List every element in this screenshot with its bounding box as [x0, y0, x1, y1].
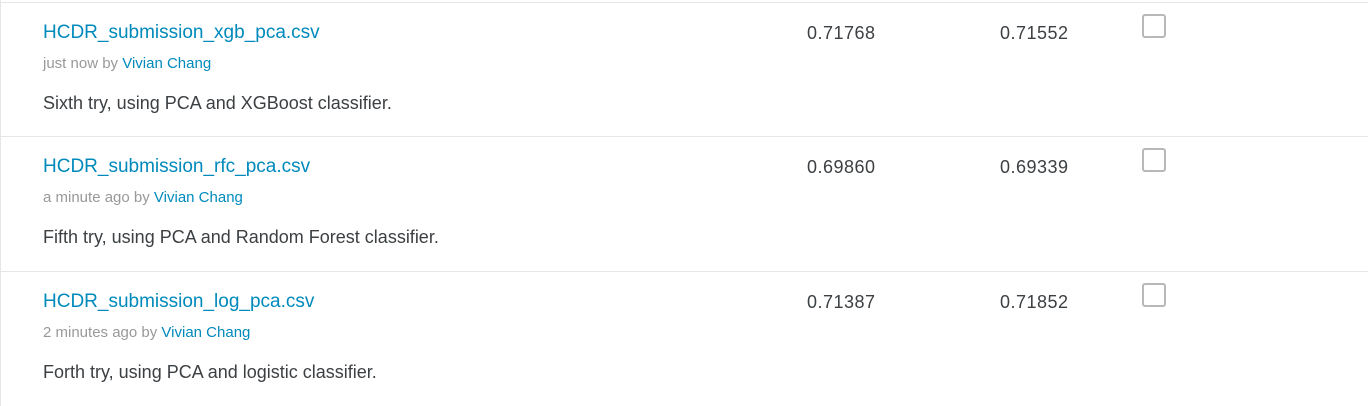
submission-meta: just now by Vivian Chang — [43, 55, 211, 72]
submission-meta: 2 minutes ago by Vivian Chang — [43, 324, 250, 341]
submission-row: HCDR_submission_rfc_pca.csv a minute ago… — [1, 136, 1368, 270]
submission-description: Forth try, using PCA and logistic classi… — [43, 362, 377, 382]
submission-description: Fifth try, using PCA and Random Forest c… — [43, 227, 439, 247]
submission-author-link[interactable]: Vivian Chang — [122, 55, 211, 72]
private-score: 0.71387 — [807, 292, 876, 312]
use-for-final-score-checkbox[interactable] — [1142, 283, 1166, 307]
submission-row: HCDR_submission_xgb_pca.csv just now by … — [1, 2, 1368, 136]
private-score: 0.71768 — [807, 23, 876, 43]
use-for-final-score-checkbox[interactable] — [1142, 14, 1166, 38]
submission-filename-link[interactable]: HCDR_submission_xgb_pca.csv — [43, 22, 320, 44]
public-score: 0.71552 — [1000, 23, 1069, 43]
private-score: 0.69860 — [807, 157, 876, 177]
submission-description: Sixth try, using PCA and XGBoost classif… — [43, 93, 392, 113]
submission-author-link[interactable]: Vivian Chang — [161, 324, 250, 341]
submission-time: 2 minutes ago by — [43, 324, 158, 341]
submission-time: just now by — [43, 55, 119, 72]
use-for-final-score-checkbox[interactable] — [1142, 148, 1166, 172]
submission-row: HCDR_submission_log_pca.csv 2 minutes ag… — [1, 271, 1368, 406]
submission-time: a minute ago by — [43, 189, 150, 206]
public-score: 0.71852 — [1000, 292, 1069, 312]
public-score: 0.69339 — [1000, 157, 1069, 177]
submission-meta: a minute ago by Vivian Chang — [43, 189, 243, 206]
submission-author-link[interactable]: Vivian Chang — [154, 189, 243, 206]
submission-filename-link[interactable]: HCDR_submission_rfc_pca.csv — [43, 156, 310, 178]
submissions-list: HCDR_submission_xgb_pca.csv just now by … — [0, 0, 1368, 406]
submission-filename-link[interactable]: HCDR_submission_log_pca.csv — [43, 291, 314, 313]
